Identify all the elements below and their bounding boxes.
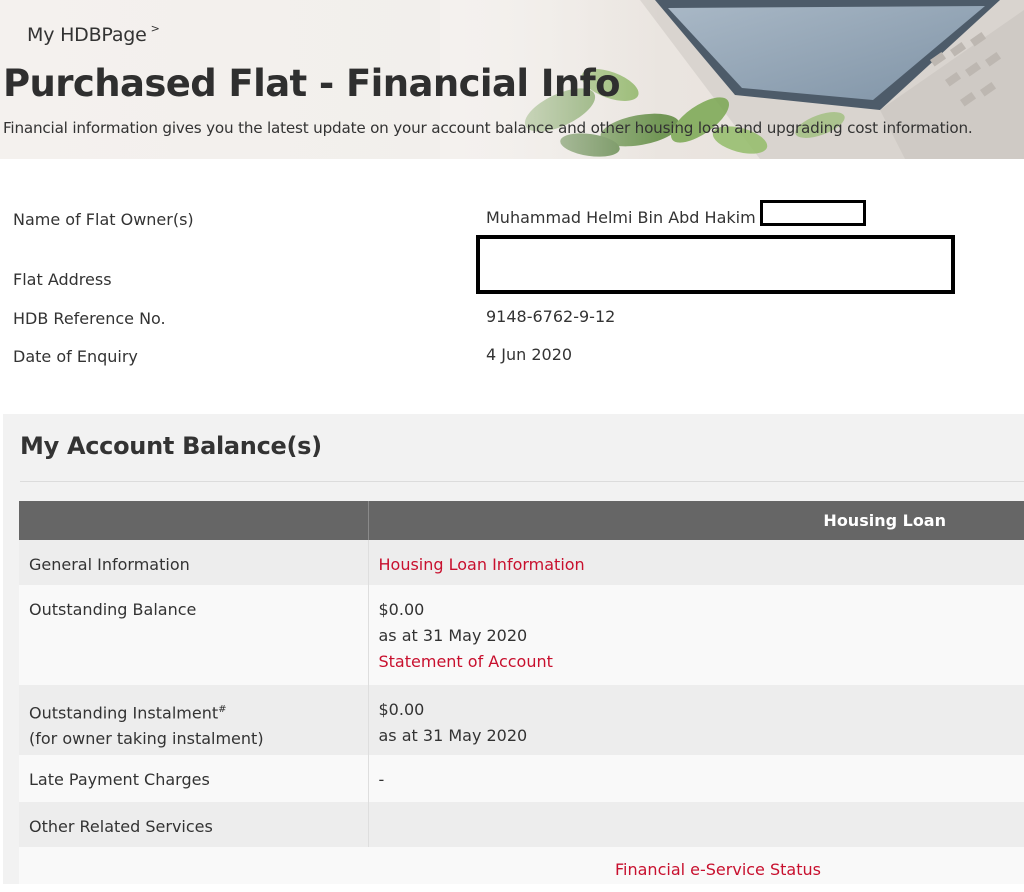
owner-name-value: Muhammad Helmi Bin Abd Hakim	[486, 208, 756, 227]
outstanding-instalment-cell: $0.00 as at 31 May 2020	[368, 685, 1024, 755]
table-header-row: Housing Loan	[19, 501, 1024, 540]
other-services-label: Other Related Services	[19, 802, 369, 847]
outstanding-balance-amount: $0.00	[378, 600, 425, 619]
flat-address-label: Flat Address	[13, 270, 112, 289]
outstanding-instalment-label: Outstanding Instalment#	[29, 697, 358, 726]
hdb-ref-row: HDB Reference No. 9148-6762-9-12	[0, 307, 1024, 332]
account-balance-table: Housing Loan General Information Housing…	[19, 501, 1024, 887]
table-row-efinance	[19, 847, 1024, 887]
table-header-housing-loan: Housing Loan	[368, 501, 1024, 540]
outstanding-balance-date: as at 31 May 2020	[378, 626, 528, 645]
outstanding-balance-label: Outstanding Balance	[19, 585, 369, 685]
outstanding-balance-cell: $0.00 as at 31 May 2020 Statement of Acc…	[368, 585, 1024, 685]
financial-eservice-status-link[interactable]: Financial e-Service Status	[615, 860, 821, 879]
owner-name-label: Name of Flat Owner(s)	[13, 210, 194, 229]
table-row-outstanding-balance: Outstanding Balance $0.00 as at 31 May 2…	[19, 585, 1024, 685]
general-info-cell: Housing Loan Information	[368, 540, 1024, 585]
general-info-label: General Information	[19, 540, 369, 585]
enquiry-date-value: 4 Jun 2020	[486, 345, 573, 364]
breadcrumb-my-hdbpage[interactable]: My HDBPage >	[27, 22, 160, 46]
redaction-box-address	[476, 235, 955, 294]
page-subtitle: Financial information gives you the late…	[3, 119, 973, 137]
page-banner: My HDBPage > Purchased Flat - Financial I…	[0, 0, 1024, 159]
table-row-late-payment: Late Payment Charges -	[19, 755, 1024, 802]
page-bottom-edge	[0, 884, 1024, 892]
other-services-value	[368, 802, 1024, 847]
outstanding-instalment-note: (for owner taking instalment)	[29, 729, 264, 749]
redaction-box-name	[760, 200, 866, 226]
chevron-right-icon: >	[150, 22, 160, 35]
table-row-general-info: General Information Housing Loan Informa…	[19, 540, 1024, 585]
table-row-outstanding-instalment: Outstanding Instalment# (for owner takin…	[19, 685, 1024, 755]
hdb-ref-label: HDB Reference No.	[13, 309, 166, 328]
efinance-cell	[19, 847, 1024, 887]
outstanding-instalment-amount: $0.00	[378, 700, 425, 719]
breadcrumb-label: My HDBPage	[27, 24, 147, 46]
enquiry-date-row: Date of Enquiry 4 Jun 2020	[0, 345, 1024, 370]
statement-of-account-link[interactable]: Statement of Account	[379, 649, 1015, 675]
outstanding-instalment-date: as at 31 May 2020	[378, 726, 528, 745]
late-payment-label: Late Payment Charges	[19, 755, 369, 802]
outstanding-instalment-text: Outstanding Instalment	[29, 703, 219, 723]
footnote-marker: #	[218, 704, 227, 715]
section-divider	[20, 481, 1024, 482]
late-payment-value: -	[368, 755, 1024, 802]
table-row-other-services: Other Related Services	[19, 802, 1024, 847]
account-balance-title: My Account Balance(s)	[20, 432, 322, 460]
hdb-ref-value: 9148-6762-9-12	[486, 307, 616, 326]
table-header-blank	[19, 501, 369, 540]
housing-loan-information-link[interactable]: Housing Loan Information	[379, 555, 585, 574]
page-title: Purchased Flat - Financial Info	[3, 62, 621, 105]
enquiry-date-label: Date of Enquiry	[13, 347, 138, 366]
outstanding-instalment-label-cell: Outstanding Instalment# (for owner takin…	[19, 685, 369, 755]
owner-name-row: Name of Flat Owner(s) Muhammad Helmi Bin…	[0, 208, 1024, 232]
